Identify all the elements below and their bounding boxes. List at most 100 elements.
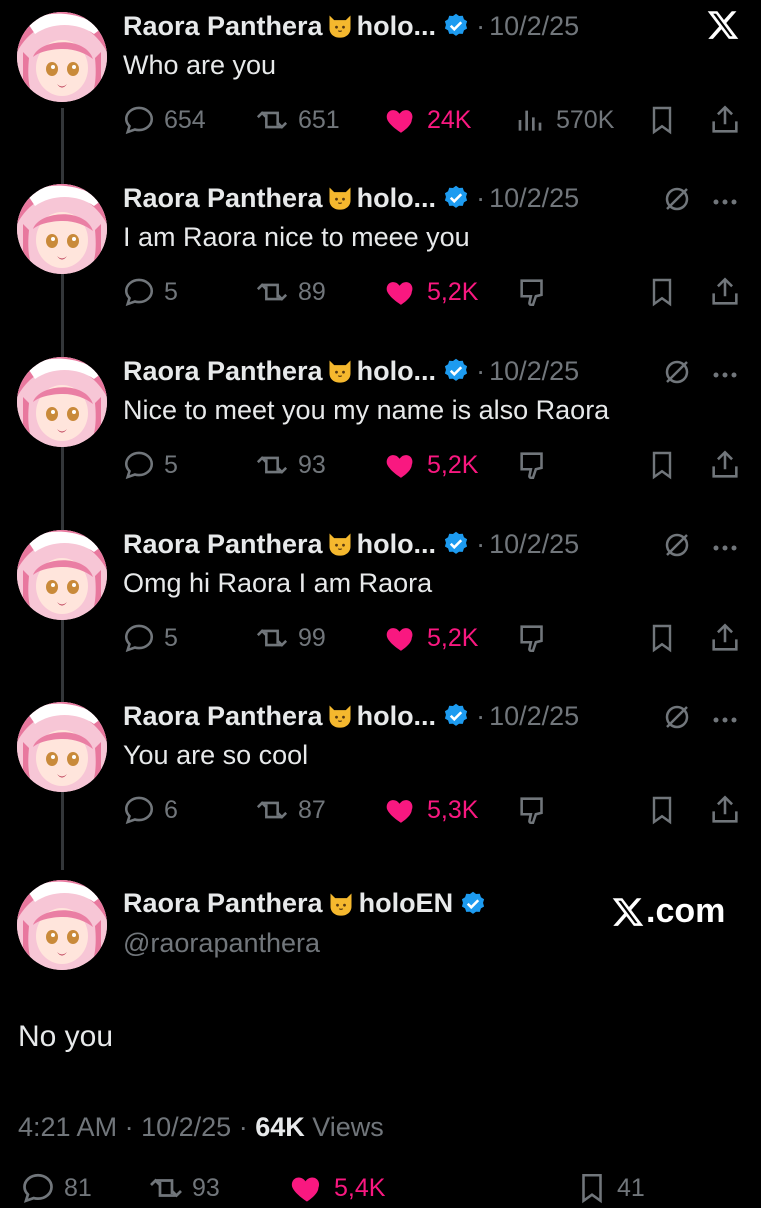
author-name[interactable]: Raora Panthera bbox=[123, 529, 323, 560]
like-button[interactable]: 5,2K bbox=[383, 618, 478, 658]
tweet-date[interactable]: 10/2/25 bbox=[489, 356, 579, 387]
repost-button[interactable]: 89 bbox=[254, 272, 326, 312]
tweet-actions: 5 93 5,2K bbox=[120, 445, 750, 485]
dislike-button[interactable] bbox=[516, 790, 550, 830]
author-name[interactable]: Raora Panthera bbox=[123, 11, 323, 42]
more-icon[interactable] bbox=[712, 712, 738, 730]
cat-emoji-icon bbox=[327, 890, 355, 918]
cat-emoji-icon bbox=[326, 357, 354, 385]
thread-tweet[interactable]: Raora Panthera holo... · 10/2/25 I am Ra… bbox=[0, 172, 761, 342]
share-button[interactable] bbox=[708, 272, 742, 312]
reply-count: 5 bbox=[164, 450, 178, 479]
thread-tweet[interactable]: Raora Panthera holo... · 10/2/25 Who are… bbox=[0, 0, 761, 170]
tweet-text: You are so cool bbox=[123, 740, 309, 770]
tweet-date[interactable]: 10/2/25 bbox=[489, 183, 579, 214]
like-button[interactable]: 5,3K bbox=[383, 790, 478, 830]
repost-button[interactable]: 93 bbox=[148, 1168, 220, 1208]
more-icon[interactable] bbox=[712, 367, 738, 385]
avatar[interactable] bbox=[17, 12, 107, 102]
thread-tweet[interactable]: Raora Panthera holo... · 10/2/25 Nice to… bbox=[0, 345, 761, 515]
bookmark-button[interactable] bbox=[646, 790, 678, 830]
reply-count: 654 bbox=[164, 105, 206, 134]
reply-button[interactable]: 5 bbox=[122, 272, 178, 312]
avatar[interactable] bbox=[17, 184, 107, 274]
author-handle-short[interactable]: holo... bbox=[357, 701, 436, 732]
author-name[interactable]: Raora Panthera bbox=[123, 356, 323, 387]
bookmark-button[interactable] bbox=[646, 272, 678, 312]
author-handle[interactable]: @raorapanthera bbox=[123, 928, 320, 959]
repost-button[interactable]: 87 bbox=[254, 790, 326, 830]
meta-separator: · bbox=[124, 1112, 142, 1142]
bookmark-button[interactable]: 41 bbox=[575, 1168, 645, 1208]
like-button[interactable]: 5,2K bbox=[383, 272, 478, 312]
like-count: 5,2K bbox=[427, 623, 479, 652]
brand-suffix: .com bbox=[646, 892, 726, 930]
share-button[interactable] bbox=[708, 618, 742, 658]
more-icon[interactable] bbox=[712, 194, 738, 212]
main-tweet-actions: 81 93 5,4K 41 bbox=[0, 1168, 761, 1208]
reply-button[interactable]: 5 bbox=[122, 445, 178, 485]
tweet-header: Raora Panthera holo... · 10/2/25 bbox=[123, 180, 579, 216]
repost-button[interactable]: 99 bbox=[254, 618, 326, 658]
bookmark-button[interactable] bbox=[646, 100, 678, 140]
avatar[interactable] bbox=[17, 880, 107, 970]
tweet-actions: 5 99 5,2K bbox=[120, 618, 750, 658]
heart-icon bbox=[383, 103, 419, 137]
dislike-button[interactable] bbox=[516, 445, 550, 485]
repost-button[interactable]: 651 bbox=[254, 100, 340, 140]
x-logo-icon[interactable] bbox=[706, 8, 740, 47]
more-icon[interactable] bbox=[712, 540, 738, 558]
verified-badge-icon bbox=[442, 702, 470, 730]
grok-icon[interactable] bbox=[662, 702, 692, 737]
main-author[interactable]: Raora Panthera holoEN bbox=[123, 888, 487, 919]
share-button[interactable] bbox=[708, 445, 742, 485]
tweet-header: Raora Panthera holo... · 10/2/25 bbox=[123, 698, 579, 734]
author-handle-short[interactable]: holo... bbox=[357, 11, 436, 42]
author-handle-short[interactable]: holo... bbox=[357, 529, 436, 560]
author-name[interactable]: Raora Panthera bbox=[123, 701, 323, 732]
repost-icon bbox=[254, 103, 290, 137]
grok-icon[interactable] bbox=[662, 357, 692, 392]
tweet-date[interactable]: 10/2/25 bbox=[489, 701, 579, 732]
tweet-text: Who are you bbox=[123, 50, 277, 80]
reply-count: 6 bbox=[164, 795, 178, 824]
author-name[interactable]: Raora Panthera bbox=[123, 183, 323, 214]
thumbs-down-icon bbox=[516, 448, 550, 482]
grok-icon[interactable] bbox=[662, 530, 692, 565]
tweet-time[interactable]: 4:21 AM bbox=[18, 1112, 117, 1142]
reply-button[interactable]: 6 bbox=[122, 790, 178, 830]
thread-tweet[interactable]: Raora Panthera holo... · 10/2/25 You are… bbox=[0, 690, 761, 860]
like-button[interactable]: 5,4K bbox=[288, 1168, 385, 1208]
cat-emoji-icon bbox=[326, 184, 354, 212]
reply-button[interactable]: 5 bbox=[122, 618, 178, 658]
tweet-date[interactable]: 10/2/25 bbox=[489, 11, 579, 42]
author-handle-short[interactable]: holo... bbox=[357, 183, 436, 214]
bookmark-button[interactable] bbox=[646, 445, 678, 485]
avatar[interactable] bbox=[17, 357, 107, 447]
author-handle-short[interactable]: holo... bbox=[357, 356, 436, 387]
bookmark-button[interactable] bbox=[646, 618, 678, 658]
reply-button[interactable]: 81 bbox=[20, 1168, 92, 1208]
share-button[interactable] bbox=[708, 100, 742, 140]
reply-count: 5 bbox=[164, 623, 178, 652]
tweet-date[interactable]: 10/2/25 bbox=[489, 529, 579, 560]
header-dot: · bbox=[476, 10, 486, 41]
avatar[interactable] bbox=[17, 530, 107, 620]
dislike-button[interactable] bbox=[516, 272, 550, 312]
views-button[interactable]: 570K bbox=[516, 100, 614, 140]
reply-button[interactable]: 654 bbox=[122, 100, 206, 140]
repost-icon bbox=[254, 793, 290, 827]
share-button[interactable] bbox=[708, 790, 742, 830]
grok-icon[interactable] bbox=[662, 184, 692, 219]
dislike-button[interactable] bbox=[516, 618, 550, 658]
tweet-date[interactable]: 10/2/25 bbox=[141, 1112, 231, 1142]
like-button[interactable]: 5,2K bbox=[383, 445, 478, 485]
thread-tweet[interactable]: Raora Panthera holo... · 10/2/25 Omg hi … bbox=[0, 518, 761, 688]
x-logo-icon bbox=[610, 895, 646, 929]
avatar[interactable] bbox=[17, 702, 107, 792]
like-button[interactable]: 24K bbox=[383, 100, 471, 140]
repost-count: 99 bbox=[298, 623, 326, 652]
bookmark-count: 41 bbox=[617, 1173, 645, 1202]
repost-button[interactable]: 93 bbox=[254, 445, 326, 485]
views-icon bbox=[516, 103, 548, 137]
